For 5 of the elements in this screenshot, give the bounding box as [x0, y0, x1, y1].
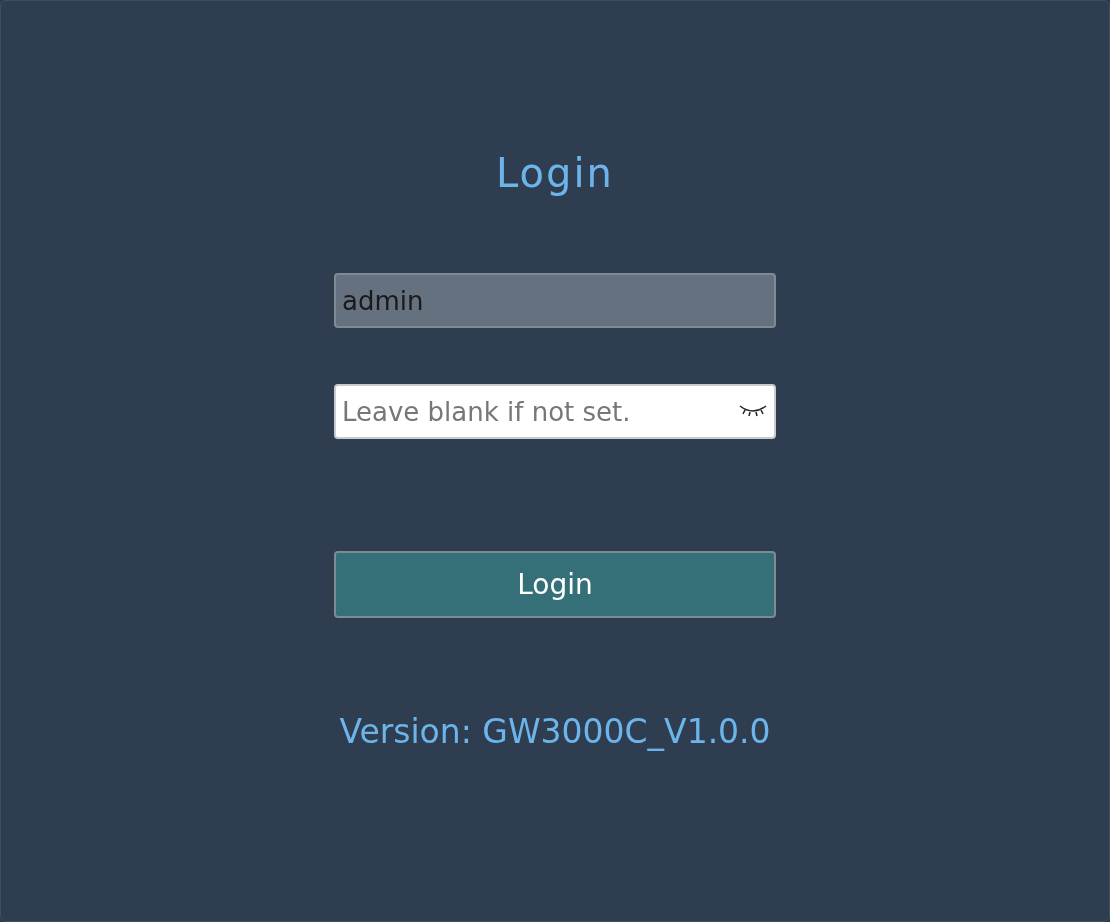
closed-eye-icon[interactable] [738, 403, 768, 419]
password-field[interactable]: Leave blank if not set. [334, 384, 776, 439]
login-button[interactable]: Login [334, 551, 776, 618]
page-title: Login [496, 149, 614, 198]
version-text: Version: GW3000C_V1.0.0 [339, 711, 771, 753]
